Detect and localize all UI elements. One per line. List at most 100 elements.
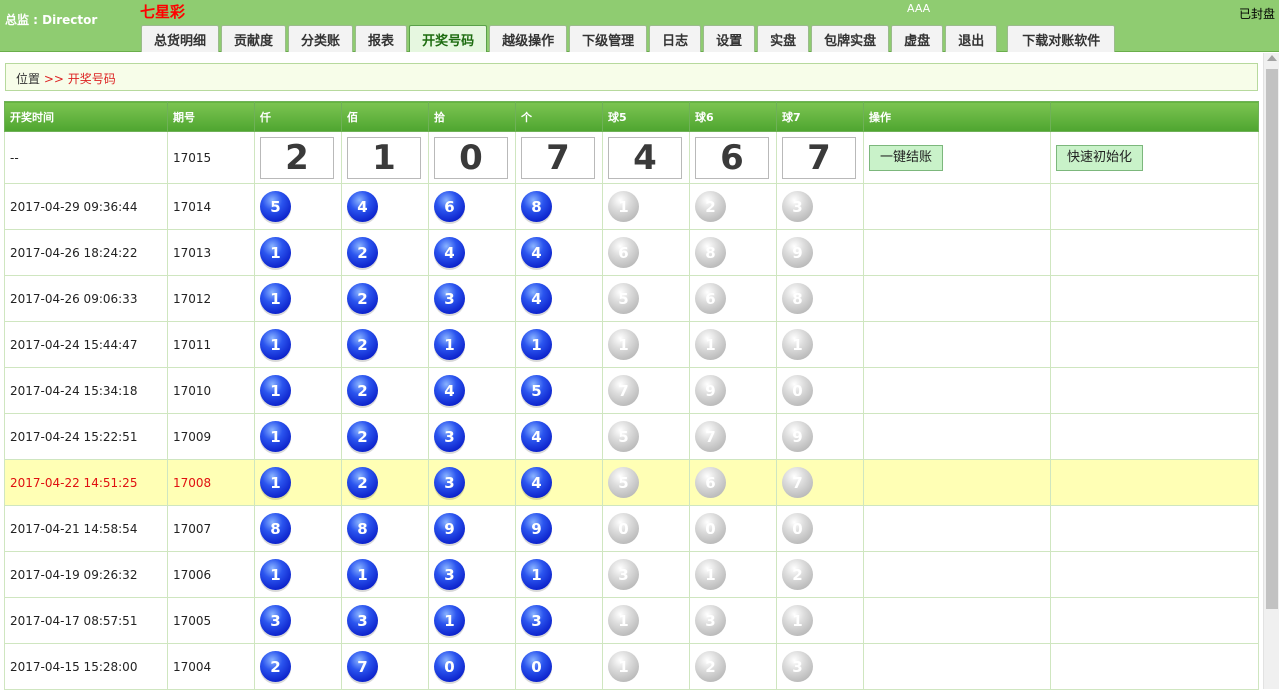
- digit-input-box[interactable]: 1: [347, 136, 421, 179]
- tab-11[interactable]: 虚盘: [891, 25, 944, 52]
- main-number-ball: 4: [434, 237, 465, 268]
- main-number-ball: 3: [434, 421, 465, 452]
- table-row: 2017-04-17 08:57:51 17005 3 3 1 3 1 3 1: [4, 597, 1259, 644]
- tab-12[interactable]: 退出: [945, 25, 998, 52]
- issue-cell: 17004: [167, 643, 255, 690]
- extra-number-ball: 2: [782, 559, 813, 590]
- main-number-ball: 1: [521, 329, 552, 360]
- ball-cell: 1: [254, 275, 342, 322]
- ball-cell: 2: [341, 229, 429, 276]
- ball-cell: 8: [341, 505, 429, 552]
- settle-all-button[interactable]: 一键结账: [869, 144, 944, 171]
- tab-1[interactable]: 贡献度: [221, 25, 287, 52]
- tab-7[interactable]: 日志: [649, 25, 702, 52]
- extra-number-ball: 5: [608, 421, 639, 452]
- extra-number-ball: 0: [608, 513, 639, 544]
- ball-cell: 6: [428, 183, 516, 230]
- scroll-up-arrow-icon[interactable]: [1267, 55, 1277, 61]
- main-number-ball: 3: [434, 559, 465, 590]
- digit-input-box[interactable]: 0: [434, 136, 508, 179]
- main-number-ball: 4: [521, 421, 552, 452]
- tab-5[interactable]: 越级操作: [489, 25, 568, 52]
- column-header: 开奖时间: [4, 101, 168, 132]
- ball-cell: 8: [689, 229, 777, 276]
- issue-cell: 17006: [167, 551, 255, 598]
- column-header: 个: [515, 101, 603, 132]
- ball-cell: 7: [341, 643, 429, 690]
- market-status: 已封盘: [1239, 7, 1276, 21]
- extra-number-ball: 9: [782, 237, 813, 268]
- main-number-ball: 3: [260, 605, 291, 636]
- issue-cell: 17012: [167, 275, 255, 322]
- main-number-ball: 4: [521, 237, 552, 268]
- download-software-tab[interactable]: 下载对账软件: [1007, 25, 1116, 52]
- breadcrumb-label: 位置: [16, 72, 41, 86]
- digit-input-box[interactable]: 2: [260, 136, 334, 179]
- main-number-ball: 1: [260, 375, 291, 406]
- ball-cell: 1: [515, 321, 603, 368]
- extra-number-ball: 1: [695, 559, 726, 590]
- main-number-ball: 9: [521, 513, 552, 544]
- ball-cell: 2: [776, 551, 864, 598]
- draw-time-cell: 2017-04-24 15:34:18: [4, 367, 168, 414]
- action-cell-2: [1050, 551, 1259, 598]
- ball-cell: 8: [515, 183, 603, 230]
- tab-10[interactable]: 包牌实盘: [811, 25, 890, 52]
- action-cell: [863, 229, 1051, 276]
- tab-3[interactable]: 报表: [355, 25, 408, 52]
- vertical-scrollbar[interactable]: [1263, 53, 1279, 689]
- account-name: AAA: [907, 2, 931, 15]
- main-number-ball: 2: [347, 283, 378, 314]
- draw-time-cell: 2017-04-15 15:28:00: [4, 643, 168, 690]
- draw-time-cell: 2017-04-21 14:58:54: [4, 505, 168, 552]
- action-cell: [863, 275, 1051, 322]
- brand-title: 七星彩: [140, 3, 186, 21]
- ball-cell: 2: [689, 183, 777, 230]
- main-number-ball: 1: [260, 421, 291, 452]
- main-number-ball: 5: [521, 375, 552, 406]
- tab-6[interactable]: 下级管理: [569, 25, 648, 52]
- ball-cell: 0: [776, 367, 864, 414]
- digit-input-box[interactable]: 7: [521, 136, 595, 179]
- ball-cell: 4: [428, 367, 516, 414]
- action-cell-2: [1050, 367, 1259, 414]
- main-number-ball: 1: [347, 559, 378, 590]
- column-header: 球6: [689, 101, 777, 132]
- digit-input-box[interactable]: 6: [695, 136, 769, 179]
- ball-cell: 1: [254, 229, 342, 276]
- table-row: 2017-04-26 09:06:33 17012 1 2 3 4 5 6 8: [4, 275, 1259, 322]
- main-number-ball: 2: [260, 651, 291, 682]
- extra-number-ball: 8: [695, 237, 726, 268]
- digit-cell: 7: [776, 131, 864, 184]
- tab-8[interactable]: 设置: [703, 25, 756, 52]
- quick-init-button[interactable]: 快速初始化: [1056, 144, 1144, 171]
- ball-cell: 3: [428, 413, 516, 460]
- column-header: 球7: [776, 101, 864, 132]
- ball-cell: 9: [776, 229, 864, 276]
- draw-time-cell: 2017-04-22 14:51:25: [4, 459, 168, 506]
- draw-time-cell: 2017-04-19 09:26:32: [4, 551, 168, 598]
- main-number-ball: 2: [347, 467, 378, 498]
- tab-0[interactable]: 总货明细: [141, 25, 220, 52]
- ball-cell: 1: [689, 551, 777, 598]
- extra-number-ball: 9: [695, 375, 726, 406]
- digit-input-box[interactable]: 7: [782, 136, 856, 179]
- column-header: 球5: [602, 101, 690, 132]
- ball-cell: 4: [515, 459, 603, 506]
- extra-number-ball: 7: [608, 375, 639, 406]
- draw-time-cell: 2017-04-29 09:36:44: [4, 183, 168, 230]
- ball-cell: 1: [776, 597, 864, 644]
- issue-cell: 17013: [167, 229, 255, 276]
- ball-cell: 7: [689, 413, 777, 460]
- tab-2[interactable]: 分类账: [288, 25, 354, 52]
- action-cell-2: 快速初始化: [1050, 131, 1259, 184]
- main-number-ball: 2: [347, 329, 378, 360]
- action-cell-2: [1050, 229, 1259, 276]
- tab-4[interactable]: 开奖号码: [409, 25, 488, 52]
- extra-number-ball: 3: [695, 605, 726, 636]
- ball-cell: 7: [776, 459, 864, 506]
- tab-9[interactable]: 实盘: [757, 25, 810, 52]
- extra-number-ball: 1: [608, 329, 639, 360]
- scrollbar-thumb[interactable]: [1266, 69, 1278, 609]
- digit-input-box[interactable]: 4: [608, 136, 682, 179]
